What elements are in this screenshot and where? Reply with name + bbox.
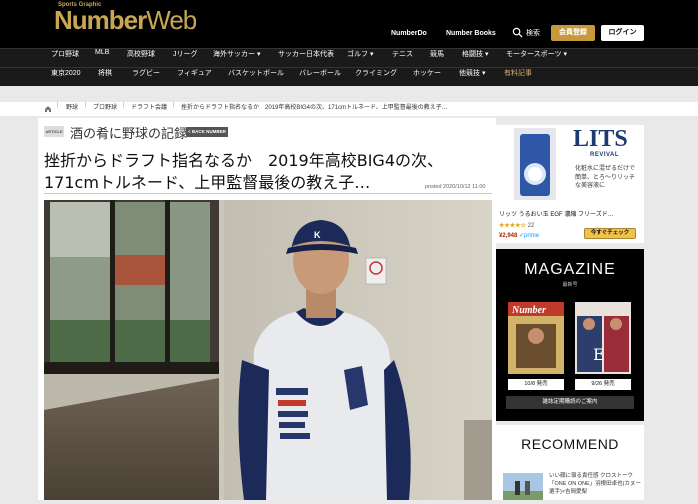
- check-now-button[interactable]: 今すぐチェック: [584, 228, 636, 239]
- svg-text:E: E: [593, 345, 605, 364]
- breadcrumb-separator: |: [173, 102, 175, 108]
- breadcrumb-separator: |: [57, 102, 59, 108]
- logo-wordmark: NumberWeb: [54, 5, 197, 35]
- ad-price: ¥2,948 ✓prime: [499, 232, 539, 239]
- brand-logo: LITS: [573, 126, 628, 152]
- breadcrumb-separator: |: [123, 102, 125, 108]
- nav-item[interactable]: モータースポーツ ▾: [506, 49, 567, 68]
- search-button[interactable]: 検索: [512, 27, 540, 38]
- nav-item[interactable]: フィギュア: [177, 68, 212, 87]
- recommend-thumbnail[interactable]: [503, 473, 543, 500]
- svg-text:K: K: [314, 230, 321, 240]
- nav-item[interactable]: サッカー日本代表: [278, 49, 334, 68]
- breadcrumb-separator: |: [85, 102, 87, 108]
- ad-banner[interactable]: LITS REVIVAL 化粧水に混ぜるだけで簡単、とろ〜りリッチな美容液に リ…: [496, 125, 644, 243]
- player-photo: K: [44, 200, 492, 500]
- nav-item[interactable]: 高校野球: [127, 49, 155, 68]
- brand-sub: REVIVAL: [590, 152, 620, 158]
- number-books-link[interactable]: Number Books: [446, 30, 496, 37]
- article-title-line: 171cmトルネード、上甲監督最後の教え子…: [44, 173, 371, 192]
- nav-item[interactable]: 他競技 ▾: [459, 68, 485, 87]
- nav-item[interactable]: ゴルフ ▾: [347, 49, 373, 68]
- spacer: [0, 86, 698, 102]
- recommend-box: RECOMMEND いい顔に宿る責任感 クロストーク「ONE ON ONE」羽根…: [496, 425, 644, 500]
- svg-text:Number: Number: [511, 305, 546, 316]
- ad-product-name[interactable]: リッツ うるおい玉 EGF 濃縮 フリーズド…: [499, 209, 614, 218]
- nav-item[interactable]: 競馬: [430, 49, 444, 68]
- breadcrumb-current: 挫折からドラフト指名なるか 2019年高校BIG4の次、171cmトルネード、上…: [181, 105, 448, 111]
- prime-badge: ✓prime: [519, 233, 540, 239]
- home-icon[interactable]: [44, 105, 52, 113]
- release-date: 10/8 発売: [508, 379, 564, 390]
- nav-item[interactable]: MLB: [95, 49, 109, 68]
- subscription-link[interactable]: 雑誌定期購読のご案内: [506, 396, 634, 409]
- article-title-line: 挫折からドラフト指名なるか 2019年高校BIG4の次、: [44, 151, 443, 170]
- nav-item[interactable]: テニス: [392, 49, 413, 68]
- back-number-button[interactable]: < BACK NUMBER: [186, 127, 228, 137]
- breadcrumb-item[interactable]: 野球: [66, 102, 78, 116]
- nav-item[interactable]: 格闘技 ▾: [462, 49, 488, 68]
- nav-item[interactable]: バレーボール: [299, 68, 341, 87]
- search-label: 検索: [526, 29, 540, 37]
- title-divider: [44, 193, 492, 194]
- magazine-title: MAGAZINE: [524, 261, 616, 278]
- nav-item[interactable]: プロ野球: [51, 49, 79, 68]
- product-image[interactable]: [514, 128, 556, 200]
- main-nav: プロ野球 MLB 高校野球 Jリーグ 海外サッカー ▾ サッカー日本代表 ゴルフ…: [0, 48, 698, 67]
- ad-copy: 化粧水に混ぜるだけで簡単、とろ〜りリッチな美容液に: [575, 166, 636, 189]
- recommend-title: RECOMMEND: [521, 436, 619, 452]
- star-icon: ★★★★☆: [499, 223, 526, 229]
- rating-stars: ★★★★☆ 22: [499, 222, 534, 229]
- login-button[interactable]: ログイン: [601, 25, 644, 41]
- member-register-button[interactable]: 会員登録: [551, 25, 595, 41]
- posted-date: posted 2020/10/12 11:00: [425, 184, 486, 190]
- site-header: Sports Graphic NumberWeb NumberDo Number…: [0, 0, 698, 48]
- nav-item[interactable]: 海外サッカー ▾: [213, 49, 260, 68]
- magazine-box: MAGAZINE 最新号 Number E 10/8 発売 9/26 発売 雑誌…: [496, 249, 644, 421]
- breadcrumb: | 野球 | プロ野球 | ドラフト会議 | 挫折からドラフト指名なるか 201…: [0, 102, 698, 116]
- nav-item[interactable]: バスケットボール: [228, 68, 284, 87]
- nav-item[interactable]: ラグビー: [132, 68, 160, 87]
- breadcrumb-item[interactable]: ドラフト会議: [131, 102, 167, 116]
- nav-item[interactable]: 将棋: [98, 68, 112, 87]
- article-badge: ARTICLE: [44, 126, 64, 137]
- number-do-link[interactable]: NumberDo: [391, 30, 427, 37]
- breadcrumb-item[interactable]: プロ野球: [93, 102, 117, 116]
- magazine-cover[interactable]: E: [575, 302, 631, 374]
- search-icon: [512, 27, 523, 38]
- number-web-logo[interactable]: Sports Graphic NumberWeb: [54, 2, 254, 42]
- recommend-item-text[interactable]: いい顔に宿る責任感 クロストーク「ONE ON ONE」羽根田卓也(カヌー選手)…: [549, 472, 643, 496]
- nav-item[interactable]: 東京2020: [51, 68, 81, 87]
- sub-nav: 東京2020 将棋 ラグビー フィギュア バスケットボール バレーボール クライ…: [0, 67, 698, 86]
- magazine-cover[interactable]: Number: [508, 302, 564, 374]
- nav-item[interactable]: Jリーグ: [173, 49, 198, 68]
- price-value: ¥2,948: [499, 233, 518, 239]
- nav-item[interactable]: クライミング: [355, 68, 397, 87]
- nav-item-premium[interactable]: 有料記事: [504, 68, 532, 87]
- review-count: 22: [527, 223, 535, 229]
- nav-item[interactable]: ホッケー: [413, 68, 441, 87]
- magazine-subtitle: 最新号: [562, 282, 578, 288]
- hero-photo: K: [44, 200, 492, 500]
- release-date: 9/26 発売: [575, 379, 631, 390]
- series-title[interactable]: 酒の肴に野球の記録: [70, 123, 187, 142]
